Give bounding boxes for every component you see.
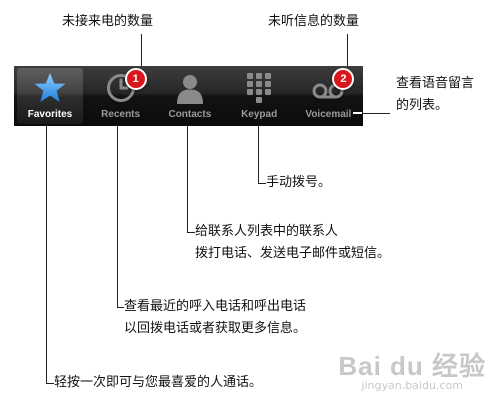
voicemail-callout-line1: 查看语音留言 bbox=[396, 76, 475, 91]
watermark-url: jingyan.baidu.com bbox=[361, 379, 463, 392]
person-icon bbox=[173, 71, 207, 105]
tab-label-contacts: Contacts bbox=[168, 109, 212, 120]
contacts-callout-line2: 拨打电话、发送电子邮件或短信。 bbox=[195, 246, 391, 261]
favorites-callout: 轻按一次即可与您最喜爱的人通话。 bbox=[54, 375, 263, 390]
voicemail-callout: 查看语音留言 的列表。 bbox=[396, 73, 474, 117]
contacts-leader-h bbox=[187, 232, 195, 233]
missed-calls-leader bbox=[141, 34, 142, 70]
keypad-icon bbox=[242, 71, 276, 105]
tab-label-favorites: Favorites bbox=[27, 109, 73, 120]
keypad-leader-v bbox=[258, 126, 259, 184]
recents-leader-h bbox=[117, 307, 124, 308]
tab-voicemail[interactable]: 2 Voicemail bbox=[294, 66, 363, 126]
watermark-brand: Bai du 经验 bbox=[338, 351, 486, 381]
keypad-leader-h bbox=[258, 183, 266, 184]
contacts-callout-line1: 给联系人列表中的联系人 bbox=[195, 224, 339, 239]
voicemail-marker bbox=[353, 112, 362, 114]
voicemail-leader bbox=[362, 113, 390, 114]
tab-label-keypad: Keypad bbox=[241, 109, 278, 120]
keypad-callout: 手动拨号。 bbox=[266, 175, 332, 190]
favorites-leader-v bbox=[46, 126, 47, 384]
recents-leader-v bbox=[117, 126, 118, 308]
baidu-watermark: Bai du 经验 jingyan.baidu.com bbox=[338, 352, 486, 392]
missed-calls-callout: 未接来电的数量 bbox=[62, 14, 154, 29]
contacts-callout: 给联系人列表中的联系人 拨打电话、发送电子邮件或短信。 bbox=[195, 221, 390, 265]
tab-label-voicemail: Voicemail bbox=[305, 109, 352, 120]
clock-icon: 1 bbox=[104, 68, 147, 105]
voicemail-badge: 2 bbox=[332, 68, 355, 90]
tab-contacts[interactable]: Contacts bbox=[155, 66, 224, 126]
tab-bar: Favorites 1 Recents Contacts Keypad 2 Vo… bbox=[14, 66, 363, 126]
tab-favorites[interactable]: Favorites bbox=[17, 68, 83, 124]
tab-keypad[interactable]: Keypad bbox=[225, 66, 294, 126]
recents-badge: 1 bbox=[124, 68, 147, 90]
recents-callout: 查看最近的呼入电话和呼出电话 以回拨电话或者获取更多信息。 bbox=[124, 296, 306, 340]
recents-callout-line2: 以回拨电话或者获取更多信息。 bbox=[124, 321, 307, 336]
unheard-messages-callout: 未听信息的数量 bbox=[268, 14, 360, 29]
star-icon bbox=[33, 71, 67, 105]
voicemail-callout-line2: 的列表。 bbox=[396, 98, 449, 113]
tab-recents[interactable]: 1 Recents bbox=[86, 66, 155, 126]
favorites-leader-h bbox=[46, 383, 54, 384]
unheard-messages-leader bbox=[347, 34, 348, 70]
tab-label-recents: Recents bbox=[101, 109, 141, 120]
voicemail-icon: 2 bbox=[311, 68, 355, 105]
recents-callout-line1: 查看最近的呼入电话和呼出电话 bbox=[124, 299, 307, 314]
contacts-leader-v bbox=[187, 126, 188, 233]
